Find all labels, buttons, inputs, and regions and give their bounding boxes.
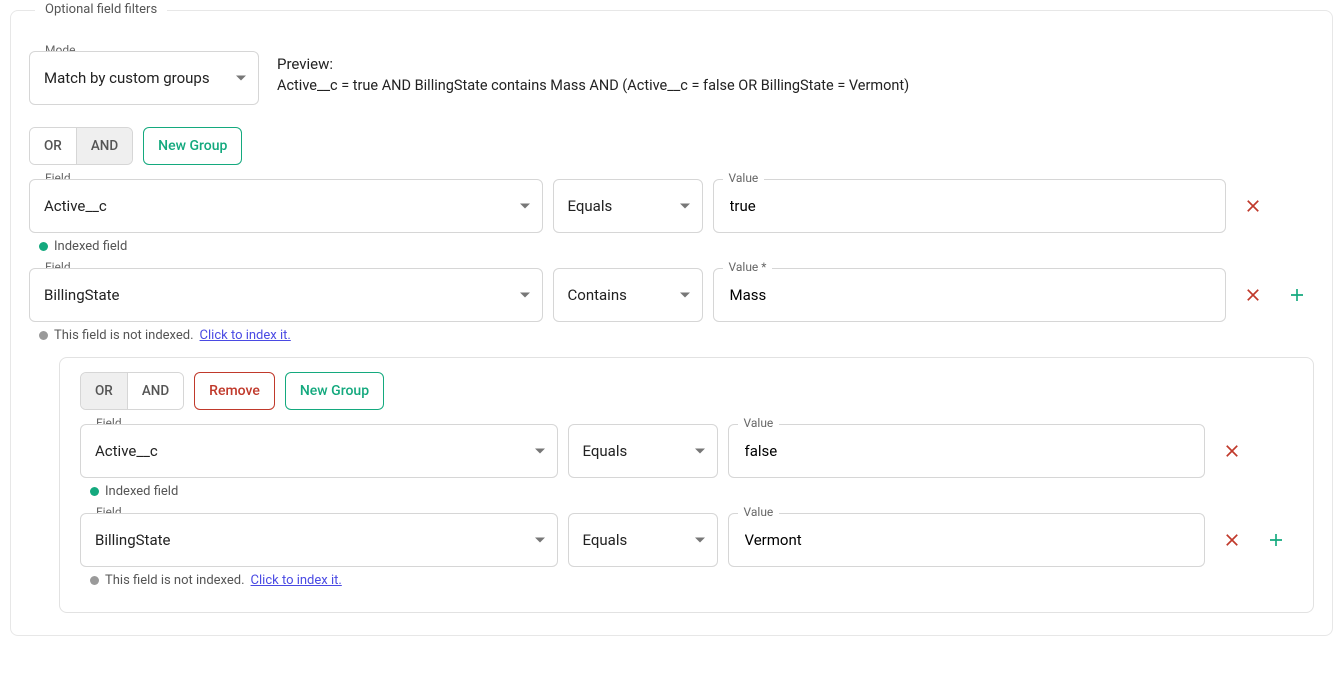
- delete-row-button[interactable]: [1241, 283, 1265, 307]
- operator-select-wrapper: Contains: [553, 268, 703, 322]
- value-input[interactable]: [728, 285, 1212, 305]
- preview-text: Active__c = true AND BillingState contai…: [277, 77, 909, 94]
- delete-row-button[interactable]: [1241, 194, 1265, 218]
- outer-new-group-button[interactable]: New Group: [143, 127, 242, 165]
- field-select[interactable]: Active__c: [80, 424, 558, 478]
- index-it-link[interactable]: Click to index it.: [251, 573, 342, 588]
- field-select[interactable]: Active__c: [29, 179, 543, 233]
- value-label: Value: [723, 171, 765, 185]
- preview-title: Preview:: [277, 55, 909, 73]
- index-status-dot: [90, 576, 99, 585]
- inner-logic-and[interactable]: AND: [127, 373, 183, 409]
- field-select[interactable]: BillingState: [29, 268, 543, 322]
- inner-new-group-button[interactable]: New Group: [285, 372, 384, 410]
- value-label: Value: [738, 416, 780, 430]
- add-row-button[interactable]: [1264, 528, 1288, 552]
- inner-logic-or[interactable]: OR: [81, 373, 127, 409]
- nested-filter-group: OR AND Remove New Group Field Active__c …: [59, 357, 1314, 613]
- index-hint: Indexed field: [105, 484, 178, 499]
- delete-row-button[interactable]: [1220, 439, 1244, 463]
- operator-select[interactable]: Equals: [568, 513, 718, 567]
- field-select[interactable]: BillingState: [80, 513, 558, 567]
- chevron-down-icon: [695, 538, 705, 543]
- outer-logic-and[interactable]: AND: [76, 128, 132, 164]
- value-input-wrapper: Value: [713, 179, 1227, 233]
- index-status-dot: [39, 331, 48, 340]
- value-label-required: Value *: [723, 260, 773, 274]
- operator-select[interactable]: Equals: [553, 179, 703, 233]
- plus-icon: [1288, 286, 1306, 304]
- optional-field-filters-card: Optional field filters Mode Match by cus…: [10, 10, 1333, 636]
- chevron-down-icon: [535, 538, 545, 543]
- close-icon: [1223, 442, 1241, 460]
- operator-select-wrapper: Equals: [553, 179, 703, 233]
- close-icon: [1223, 531, 1241, 549]
- chevron-down-icon: [535, 449, 545, 454]
- delete-row-button[interactable]: [1220, 528, 1244, 552]
- value-input[interactable]: [743, 441, 1191, 461]
- index-hint: Indexed field: [54, 239, 127, 254]
- chevron-down-icon: [680, 204, 690, 209]
- operator-select[interactable]: Equals: [568, 424, 718, 478]
- plus-icon: [1267, 531, 1285, 549]
- value-input-box: [728, 424, 1206, 478]
- mode-value: Match by custom groups: [44, 69, 210, 87]
- operator-select-wrapper: Equals: [568, 513, 718, 567]
- mode-select[interactable]: Match by custom groups: [29, 51, 259, 105]
- remove-group-button[interactable]: Remove: [194, 372, 275, 410]
- operator-select[interactable]: Contains: [553, 268, 703, 322]
- field-select-wrapper: Field Active__c: [80, 424, 558, 478]
- value-label: Value: [738, 505, 780, 519]
- field-select-wrapper: Field BillingState: [80, 513, 558, 567]
- mode-select-wrapper: Mode Match by custom groups: [29, 51, 259, 105]
- close-icon: [1244, 286, 1262, 304]
- index-hint: This field is not indexed.: [105, 573, 245, 588]
- field-select-wrapper: Field Active__c: [29, 179, 543, 233]
- card-legend: Optional field filters: [35, 2, 167, 17]
- field-value: BillingState: [44, 286, 119, 304]
- value-input-wrapper: Value: [728, 513, 1206, 567]
- index-it-link[interactable]: Click to index it.: [200, 328, 291, 343]
- field-value: Active__c: [44, 197, 107, 215]
- operator-value: Equals: [568, 197, 613, 215]
- outer-logic-toggle: OR AND: [29, 127, 133, 165]
- index-status-dot: [90, 487, 99, 496]
- value-input[interactable]: [743, 530, 1191, 550]
- inner-logic-toggle: OR AND: [80, 372, 184, 410]
- value-input-box: [713, 179, 1227, 233]
- chevron-down-icon: [680, 293, 690, 298]
- preview-block: Preview: Active__c = true AND BillingSta…: [277, 51, 909, 94]
- operator-value: Equals: [583, 442, 628, 460]
- close-icon: [1244, 197, 1262, 215]
- operator-select-wrapper: Equals: [568, 424, 718, 478]
- index-status-dot: [39, 242, 48, 251]
- chevron-down-icon: [236, 76, 246, 81]
- outer-logic-or[interactable]: OR: [30, 128, 76, 164]
- field-value: Active__c: [95, 442, 158, 460]
- add-row-button[interactable]: [1285, 283, 1309, 307]
- chevron-down-icon: [520, 204, 530, 209]
- value-input-wrapper: Value *: [713, 268, 1227, 322]
- index-hint: This field is not indexed.: [54, 328, 194, 343]
- value-input[interactable]: [728, 196, 1212, 216]
- chevron-down-icon: [695, 449, 705, 454]
- operator-value: Contains: [568, 286, 627, 304]
- value-input-box: [728, 513, 1206, 567]
- chevron-down-icon: [520, 293, 530, 298]
- field-value: BillingState: [95, 531, 170, 549]
- value-input-box: [713, 268, 1227, 322]
- value-input-wrapper: Value: [728, 424, 1206, 478]
- field-select-wrapper: Field BillingState: [29, 268, 543, 322]
- operator-value: Equals: [583, 531, 628, 549]
